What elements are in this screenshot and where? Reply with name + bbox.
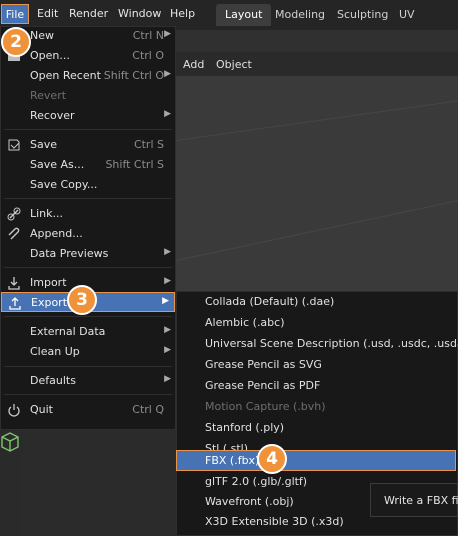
step-badge-3: 3 — [67, 285, 97, 315]
menu-item-defaults[interactable]: Defaults ▶ — [0, 371, 176, 391]
cube-icon[interactable] — [0, 431, 20, 453]
chevron-right-icon: ▶ — [164, 276, 171, 286]
export-item-label: FBX (.fbx) — [205, 454, 260, 467]
menu-divider — [4, 316, 172, 317]
menu-divider — [4, 129, 172, 130]
menu-divider — [4, 394, 172, 395]
help-menu-button[interactable]: Help — [164, 4, 201, 24]
export-item-ply[interactable]: Stanford (.ply) — [176, 417, 458, 438]
export-item-label: Universal Scene Description (.usd, .usdc… — [205, 337, 458, 350]
tab-modeling[interactable]: Modeling — [266, 4, 334, 26]
edit-menu-button[interactable]: Edit — [31, 4, 64, 24]
open-shortcut: Ctrl O — [132, 49, 164, 62]
save-shortcut: Ctrl S — [133, 138, 164, 151]
export-item-usd[interactable]: Universal Scene Description (.usd, .usdc… — [176, 333, 458, 354]
export-item-label: Grease Pencil as PDF — [205, 379, 321, 392]
export-item-collada[interactable]: Collada (Default) (.dae) — [176, 291, 458, 312]
tooltip: Write a FBX file. — [370, 483, 458, 517]
open-label: Open... — [30, 49, 70, 62]
viewport-header: Add Object — [176, 52, 458, 76]
chevron-right-icon: ▶ — [164, 247, 171, 257]
export-item-gp-pdf[interactable]: Grease Pencil as PDF — [176, 375, 458, 396]
power-icon — [7, 403, 21, 417]
export-item-bvh: Motion Capture (.bvh) — [176, 396, 458, 417]
save-icon — [7, 138, 21, 152]
menu-divider — [4, 366, 172, 367]
step-badge-2: 2 — [1, 27, 31, 57]
export-label: Export — [31, 296, 68, 309]
save-label: Save — [30, 138, 58, 151]
chevron-right-icon: ▶ — [162, 296, 169, 306]
chevron-right-icon: ▶ — [164, 29, 171, 39]
defaults-label: Defaults — [30, 374, 76, 387]
menu-item-save-copy[interactable]: Save Copy... — [0, 175, 176, 195]
export-item-gp-svg[interactable]: Grease Pencil as SVG — [176, 354, 458, 375]
data-previews-label: Data Previews — [30, 247, 109, 260]
menu-item-recover[interactable]: Recover ▶ — [0, 106, 176, 126]
import-label: Import — [30, 276, 67, 289]
tab-uv-editing[interactable]: UV Editing — [390, 4, 458, 43]
export-item-alembic[interactable]: Alembic (.abc) — [176, 312, 458, 333]
menu-item-revert: Revert — [0, 86, 176, 106]
import-icon — [7, 276, 21, 290]
export-item-label: Grease Pencil as SVG — [205, 358, 322, 371]
object-menu-button[interactable]: Object — [216, 58, 252, 71]
save-as-shortcut: Shift Ctrl S — [105, 158, 164, 171]
quit-label: Quit — [30, 403, 53, 416]
menu-item-quit[interactable]: Quit Ctrl Q — [0, 400, 176, 420]
save-copy-label: Save Copy... — [30, 178, 98, 191]
link-label: Link... — [30, 207, 64, 220]
export-item-label: Collada (Default) (.dae) — [205, 295, 335, 308]
open-recent-shortcut: Shift Ctrl O — [103, 69, 164, 82]
menu-divider — [4, 267, 172, 268]
window-menu-button[interactable]: Window — [112, 4, 167, 24]
menu-item-save-as[interactable]: Save As... Shift Ctrl S — [0, 155, 176, 175]
export-item-label: Wavefront (.obj) — [205, 495, 294, 508]
export-item-label: Alembic (.abc) — [205, 316, 285, 329]
step-badge-4: 4 — [257, 444, 287, 474]
add-menu-button[interactable]: Add — [183, 58, 204, 71]
clean-up-label: Clean Up — [30, 345, 80, 358]
menu-item-save[interactable]: Save Ctrl S — [0, 135, 176, 155]
tooltip-text: Write a FBX file. — [384, 494, 458, 507]
export-item-label: glTF 2.0 (.glb/.gltf) — [205, 475, 308, 488]
export-item-label: Motion Capture (.bvh) — [205, 400, 326, 413]
export-icon — [8, 296, 22, 310]
tab-layout[interactable]: Layout — [216, 4, 272, 26]
link-icon — [7, 207, 21, 221]
export-item-label: Stanford (.ply) — [205, 421, 285, 434]
chevron-right-icon: ▶ — [164, 69, 171, 79]
menu-item-open-recent[interactable]: Open Recent Shift Ctrl O ▶ — [0, 66, 176, 86]
new-shortcut: Ctrl N — [132, 29, 164, 42]
file-menu-button[interactable]: File — [1, 4, 29, 24]
chevron-right-icon: ▶ — [164, 109, 171, 119]
external-data-label: External Data — [30, 325, 106, 338]
revert-label: Revert — [30, 89, 67, 102]
recover-label: Recover — [30, 109, 75, 122]
export-item-fbx[interactable]: FBX (.fbx) — [176, 450, 456, 471]
render-menu-button[interactable]: Render — [63, 4, 114, 24]
tab-sculpting[interactable]: Sculpting — [328, 4, 397, 26]
menu-item-data-previews[interactable]: Data Previews ▶ — [0, 244, 176, 264]
menu-item-link[interactable]: Link... — [0, 204, 176, 224]
quit-shortcut: Ctrl Q — [132, 403, 164, 416]
save-as-label: Save As... — [30, 158, 85, 171]
chevron-right-icon: ▶ — [164, 374, 171, 384]
chevron-right-icon: ▶ — [164, 325, 171, 335]
export-item-label: X3D Extensible 3D (.x3d) — [205, 515, 344, 528]
menu-item-clean-up[interactable]: Clean Up ▶ — [0, 342, 176, 362]
paperclip-icon — [7, 227, 21, 241]
menu-item-append[interactable]: Append... — [0, 224, 176, 244]
new-label: New — [30, 29, 54, 42]
menu-item-external-data[interactable]: External Data ▶ — [0, 322, 176, 342]
chevron-right-icon: ▶ — [164, 345, 171, 355]
menu-divider — [4, 198, 172, 199]
editor-header — [176, 30, 458, 52]
append-label: Append... — [30, 227, 83, 240]
open-recent-label: Open Recent — [30, 69, 101, 82]
